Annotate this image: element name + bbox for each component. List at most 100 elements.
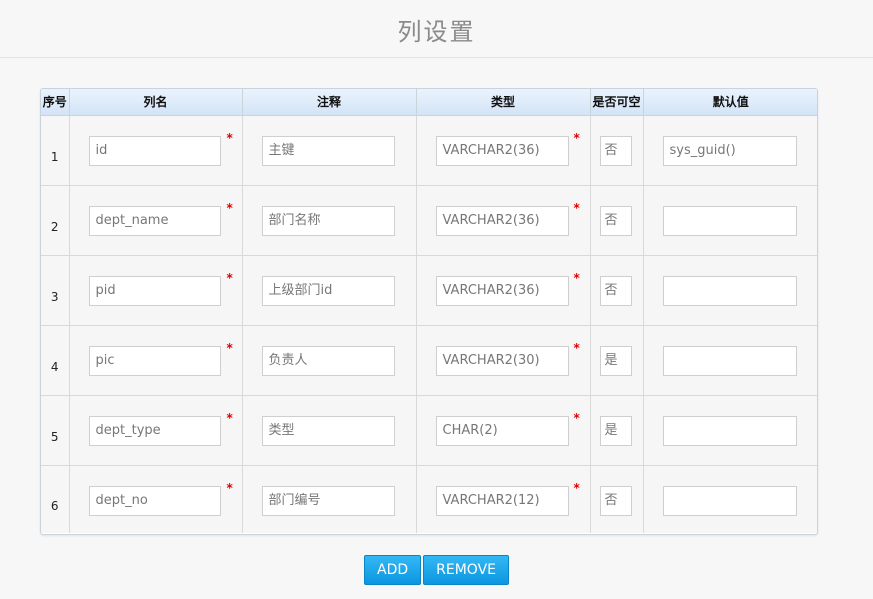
default-value-input[interactable] xyxy=(662,485,797,516)
nullable-input[interactable]: 否 xyxy=(599,275,632,306)
type-cell: VARCHAR2(36) * xyxy=(416,185,591,256)
page-header: 列设置 xyxy=(0,0,873,58)
nullable-cell: 否 xyxy=(590,255,644,326)
required-mark: * xyxy=(573,270,580,285)
column-name-input[interactable]: dept_no xyxy=(88,485,221,516)
required-mark: * xyxy=(573,130,580,145)
default-cell xyxy=(643,465,817,533)
row-seq: 6 xyxy=(50,499,59,514)
row-seq: 1 xyxy=(50,150,59,164)
nullable-input[interactable]: 否 xyxy=(599,485,632,516)
table-row: 3 pid * 上级部门id VARCHAR2(36) * 否 xyxy=(41,255,817,326)
table-row: 1 id * 主键 VARCHAR2(36) * 否 sys_guid() xyxy=(41,115,817,186)
required-mark: * xyxy=(226,270,233,285)
type-input[interactable]: CHAR(2) xyxy=(435,415,569,446)
nullable-cell: 否 xyxy=(590,465,644,533)
nullable-input[interactable]: 是 xyxy=(599,345,632,376)
required-mark: * xyxy=(226,200,233,215)
required-mark: * xyxy=(226,340,233,355)
type-input[interactable]: VARCHAR2(30) xyxy=(435,345,569,376)
header-name: 列名 xyxy=(69,89,243,116)
row-seq-cell: 5 xyxy=(41,395,70,466)
row-seq-cell: 3 xyxy=(41,255,70,326)
type-cell: CHAR(2) * xyxy=(416,395,591,466)
required-mark: * xyxy=(573,200,580,215)
comment-cell: 负责人 xyxy=(242,325,417,396)
name-cell: id * xyxy=(69,115,243,186)
type-input[interactable]: VARCHAR2(36) xyxy=(435,135,569,166)
default-value-input[interactable]: sys_guid() xyxy=(662,135,797,166)
type-cell: VARCHAR2(36) * xyxy=(416,255,591,326)
column-name-input[interactable]: dept_type xyxy=(88,415,221,446)
required-mark: * xyxy=(226,130,233,145)
page-title: 列设置 xyxy=(397,18,476,46)
type-cell: VARCHAR2(12) * xyxy=(416,465,591,533)
column-name-input[interactable]: pic xyxy=(88,345,221,376)
default-value-input[interactable] xyxy=(662,275,797,306)
header-nullable: 是否可空 xyxy=(590,89,644,116)
columns-grid: 序号 列名 注释 类型 是否可空 默认值 1 id * 主键 VARCHAR2(… xyxy=(41,89,817,533)
type-cell: VARCHAR2(36) * xyxy=(416,115,591,186)
remove-button[interactable]: REMOVE xyxy=(423,555,509,585)
type-cell: VARCHAR2(30) * xyxy=(416,325,591,396)
type-input[interactable]: VARCHAR2(12) xyxy=(435,485,569,516)
nullable-input[interactable]: 否 xyxy=(599,205,632,236)
header-comment: 注释 xyxy=(242,89,417,116)
row-seq-cell: 2 xyxy=(41,185,70,256)
nullable-input[interactable]: 是 xyxy=(599,415,632,446)
required-mark: * xyxy=(573,410,580,425)
table-row: 5 dept_type * 类型 CHAR(2) * 是 xyxy=(41,395,817,466)
comment-input[interactable]: 类型 xyxy=(261,415,395,446)
default-value-input[interactable] xyxy=(662,415,797,446)
table-row: 2 dept_name * 部门名称 VARCHAR2(36) * 否 xyxy=(41,185,817,256)
action-button-bar: ADD REMOVE xyxy=(0,555,873,585)
nullable-cell: 否 xyxy=(590,185,644,256)
default-value-input[interactable] xyxy=(662,345,797,376)
name-cell: pic * xyxy=(69,325,243,396)
nullable-cell: 否 xyxy=(590,115,644,186)
name-cell: dept_no * xyxy=(69,465,243,533)
default-cell xyxy=(643,325,817,396)
default-value-input[interactable] xyxy=(662,205,797,236)
row-seq-cell: 4 xyxy=(41,325,70,396)
default-cell: sys_guid() xyxy=(643,115,817,186)
comment-input[interactable]: 部门名称 xyxy=(261,205,395,236)
column-name-input[interactable]: id xyxy=(88,135,221,166)
required-mark: * xyxy=(226,410,233,425)
row-seq: 3 xyxy=(50,290,59,304)
comment-cell: 类型 xyxy=(242,395,417,466)
required-mark: * xyxy=(573,340,580,355)
add-button[interactable]: ADD xyxy=(364,555,422,585)
comment-input[interactable]: 负责人 xyxy=(261,345,395,376)
comment-cell: 部门名称 xyxy=(242,185,417,256)
table-header-row: 序号 列名 注释 类型 是否可空 默认值 xyxy=(41,89,817,116)
nullable-input[interactable]: 否 xyxy=(599,135,632,166)
comment-cell: 上级部门id xyxy=(242,255,417,326)
default-cell xyxy=(643,185,817,256)
name-cell: dept_type * xyxy=(69,395,243,466)
nullable-cell: 是 xyxy=(590,395,644,466)
row-seq-cell: 6 xyxy=(41,465,70,533)
default-cell xyxy=(643,255,817,326)
header-default: 默认值 xyxy=(643,89,817,116)
nullable-cell: 是 xyxy=(590,325,644,396)
column-name-input[interactable]: dept_name xyxy=(88,205,221,236)
column-name-input[interactable]: pid xyxy=(88,275,221,306)
column-settings-table: 序号 列名 注释 类型 是否可空 默认值 1 id * 主键 VARCHAR2(… xyxy=(40,88,818,535)
type-input[interactable]: VARCHAR2(36) xyxy=(435,275,569,306)
comment-cell: 部门编号 xyxy=(242,465,417,533)
table-row: 4 pic * 负责人 VARCHAR2(30) * 是 xyxy=(41,325,817,396)
name-cell: pid * xyxy=(69,255,243,326)
comment-input[interactable]: 上级部门id xyxy=(261,275,395,306)
comment-input[interactable]: 主键 xyxy=(261,135,395,166)
table-row: 6 dept_no * 部门编号 VARCHAR2(12) * 否 xyxy=(41,465,817,533)
comment-input[interactable]: 部门编号 xyxy=(261,485,395,516)
required-mark: * xyxy=(573,480,580,495)
header-seq: 序号 xyxy=(41,89,70,116)
row-seq-cell: 1 xyxy=(41,115,70,186)
header-type: 类型 xyxy=(416,89,591,116)
row-seq: 5 xyxy=(50,430,59,444)
default-cell xyxy=(643,395,817,466)
type-input[interactable]: VARCHAR2(36) xyxy=(435,205,569,236)
required-mark: * xyxy=(226,480,233,495)
